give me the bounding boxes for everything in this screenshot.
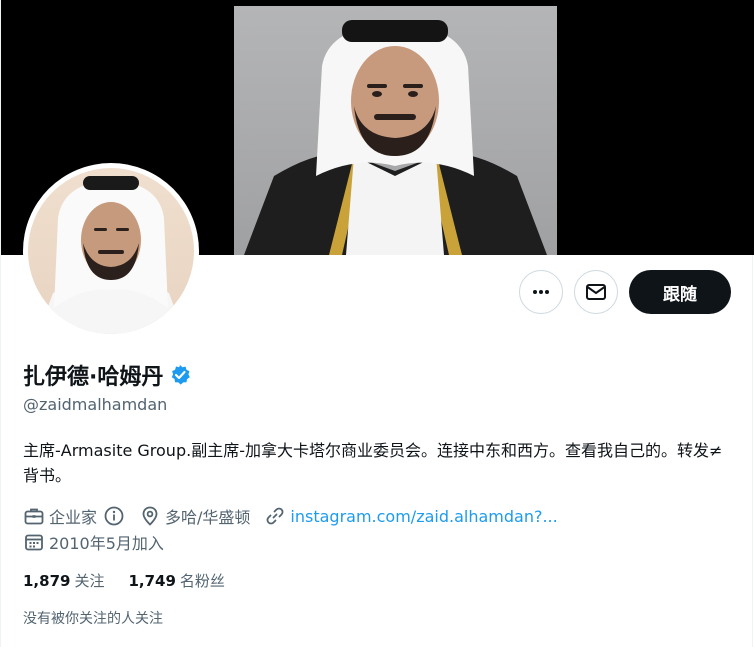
verified-badge-icon[interactable]	[169, 364, 191, 386]
profile-joined: 2010年5月加入	[23, 530, 164, 554]
message-button[interactable]	[574, 270, 618, 314]
profile-bio: 主席-Armasite Group.副主席-加拿大卡塔尔商业委员会。连接中东和西…	[23, 441, 723, 485]
avatar-photo	[28, 168, 194, 334]
more-options-button[interactable]	[519, 270, 563, 314]
info-icon[interactable]	[103, 505, 125, 527]
follow-button[interactable]: 跟随	[629, 270, 731, 314]
profile-name-row: 扎伊德·哈姆丹	[23, 359, 191, 391]
more-horizontal-icon	[533, 290, 549, 294]
following-count: 1,879	[23, 572, 71, 590]
followers-stat[interactable]: 1,749 名粉丝	[128, 570, 224, 591]
profile-join-row: 2010年5月加入	[23, 530, 178, 554]
profile-avatar[interactable]	[23, 163, 199, 339]
calendar-icon	[25, 534, 43, 551]
category-label: 企业家	[49, 508, 98, 527]
profile-stats: 1,879 关注 1,749 名粉丝	[23, 570, 249, 591]
joined-label: 2010年5月加入	[49, 534, 164, 553]
profile-website[interactable]: instagram.com/zaid.alhamdan?...	[264, 505, 558, 527]
profile-location: 多哈/华盛顿	[139, 504, 250, 528]
envelope-icon	[586, 284, 606, 300]
profile-name: 扎伊德·哈姆丹	[23, 365, 164, 390]
followers-you-know-note: 没有被你关注的人关注	[23, 611, 163, 627]
website-link[interactable]: instagram.com/zaid.alhamdan?...	[290, 507, 557, 526]
following-stat[interactable]: 1,879 关注	[23, 570, 104, 591]
following-label: 关注	[74, 572, 105, 590]
location-label: 多哈/华盛顿	[165, 508, 251, 527]
profile-handle: @zaidmalhamdan	[23, 395, 168, 414]
banner-portrait-illustration	[244, 20, 547, 255]
profile-meta-row: 企业家 多哈/华盛顿 instagram.com/zaid.alhamdan?.…	[23, 504, 572, 528]
banner-photo	[234, 6, 557, 255]
profile-page: 跟随 扎伊德·哈姆丹 @zaidmalhamdan 主席-Armasite Gr…	[0, 0, 754, 647]
followers-count: 1,749	[128, 572, 176, 590]
location-pin-icon	[142, 506, 158, 526]
link-icon	[267, 507, 284, 525]
avatar-portrait-illustration	[38, 176, 184, 334]
briefcase-icon	[24, 508, 44, 525]
profile-category: 企业家	[23, 504, 125, 528]
followers-label: 名粉丝	[179, 572, 225, 590]
